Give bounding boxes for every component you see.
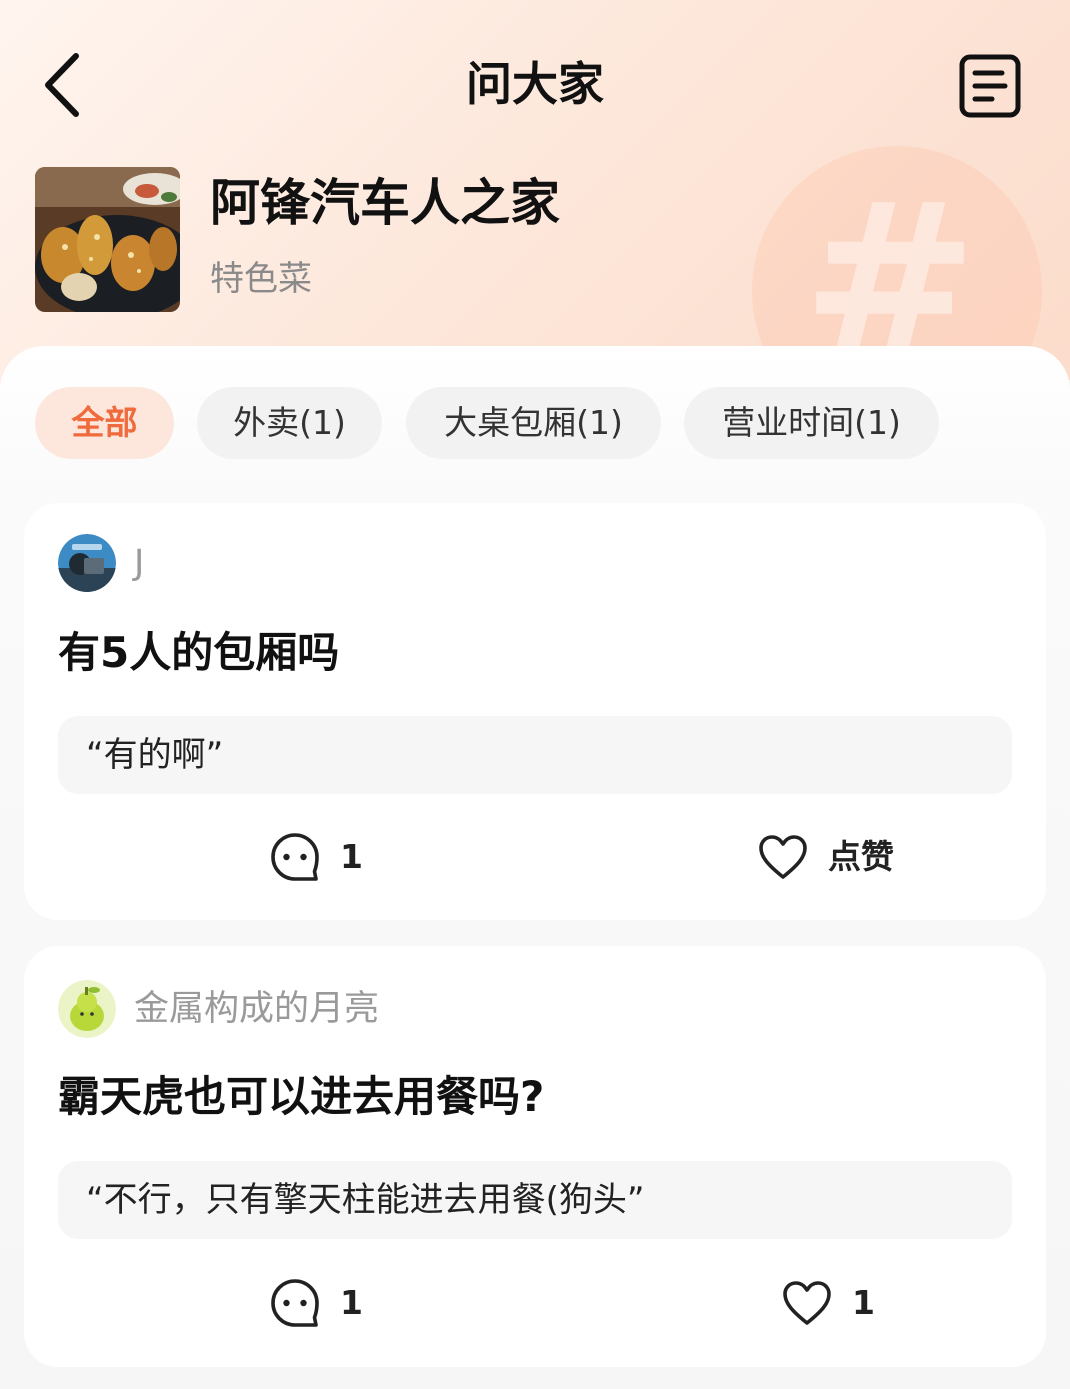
like-label: 点赞 (828, 837, 894, 876)
avatar[interactable] (58, 980, 116, 1038)
list-document-icon (959, 54, 1021, 118)
avatar[interactable] (58, 534, 116, 592)
menu-button[interactable] (952, 48, 1028, 124)
shop-thumbnail[interactable] (35, 167, 180, 312)
username[interactable]: 金属构成的月亮 (134, 980, 379, 1038)
page-title: 问大家 (466, 57, 604, 111)
tab-private-room[interactable]: 大桌包厢(1) (406, 387, 661, 459)
shop-subtitle: 特色菜 (210, 259, 312, 299)
shop-name: 阿锋汽车人之家 (210, 174, 560, 232)
heart-icon (783, 1281, 831, 1325)
heart-icon (759, 835, 807, 879)
question-text[interactable]: 霸天虎也可以进去用餐吗? (58, 1067, 544, 1127)
username[interactable]: J (134, 534, 144, 592)
comment-icon (271, 1279, 319, 1327)
chevron-left-icon (45, 53, 79, 117)
tab-all[interactable]: 全部 (35, 387, 174, 459)
answer-preview[interactable]: “不行，只有擎天柱能进去用餐(狗头” (58, 1161, 1012, 1239)
comment-button[interactable]: 1 (270, 829, 363, 885)
answer-preview[interactable]: “有的啊” (58, 716, 1012, 794)
like-button[interactable]: 点赞 (758, 829, 894, 885)
comment-count: 1 (340, 1283, 363, 1322)
comment-count: 1 (340, 837, 363, 876)
comment-button[interactable]: 1 (270, 1275, 363, 1331)
tab-business-hours[interactable]: 营业时间(1) (684, 387, 939, 459)
question-card[interactable]: 金属构成的月亮 霸天虎也可以进去用餐吗? “不行，只有擎天柱能进去用餐(狗头” … (24, 946, 1046, 1367)
tab-takeout[interactable]: 外卖(1) (197, 387, 382, 459)
back-button[interactable] (30, 50, 94, 120)
like-button[interactable]: 1 (782, 1275, 875, 1331)
question-text[interactable]: 有5人的包厢吗 (58, 623, 339, 683)
question-card[interactable]: J 有5人的包厢吗 “有的啊” 1 点赞 (24, 503, 1046, 920)
comment-icon (271, 833, 319, 881)
like-count: 1 (852, 1283, 875, 1322)
